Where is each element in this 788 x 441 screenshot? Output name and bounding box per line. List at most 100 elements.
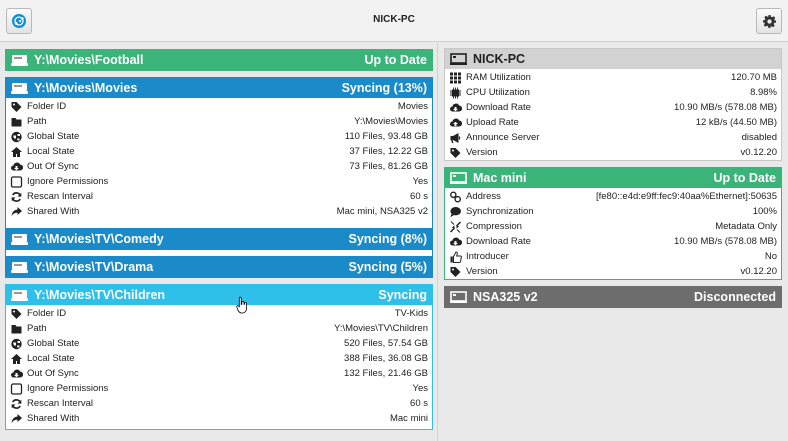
refresh-icon	[10, 191, 23, 203]
folder-status: Syncing (13%)	[341, 81, 427, 95]
folder-details: Folder ID TV-Kids Path Y:\Movies\TV\Childr…	[6, 305, 432, 426]
computer-icon	[450, 52, 467, 66]
cloud-download-icon	[10, 161, 23, 173]
folder-drive-icon	[11, 232, 28, 246]
cloud-download-icon	[10, 368, 23, 380]
device-details: Address [fe80::e4d:e9ff:fec9:40aa%Etherne…	[445, 188, 781, 279]
folder-status: Up to Date	[364, 53, 428, 67]
device-header[interactable]: NSA325 v2 Disconnected	[445, 287, 781, 307]
detail-row-global-state: Global State 520 Files, 57.54 GB	[10, 336, 428, 351]
folder-panel-football[interactable]: Y:\Movies\Football Up to Date	[5, 49, 433, 71]
checkbox-icon	[10, 176, 23, 188]
device-header: NICK-PC	[445, 49, 781, 69]
devices-column: NICK-PC RAM Utilization 120.70 MB CPU Uti…	[438, 43, 788, 441]
gear-icon	[762, 14, 776, 28]
folder-icon	[10, 323, 23, 335]
device-icon	[450, 290, 467, 304]
folder-panel-comedy[interactable]: Y:\Movies\TV\Comedy Syncing (8%)	[5, 228, 433, 250]
folder-header[interactable]: Y:\Movies\TV\Drama Syncing (5%)	[6, 257, 432, 277]
detail-row-synchronization: Synchronization 100%	[449, 204, 777, 219]
device-status: Disconnected	[694, 290, 776, 304]
folder-name: Y:\Movies\Movies	[34, 81, 138, 95]
home-icon	[10, 353, 23, 365]
detail-row-folder-id: Folder ID Movies	[10, 99, 428, 114]
folders-column: Y:\Movies\Football Up to Date Y:\Movies\…	[0, 43, 438, 441]
folder-name: Y:\Movies\Football	[34, 53, 144, 67]
checkbox-icon	[10, 383, 23, 395]
ram-icon	[449, 72, 462, 84]
navbar: NICK-PC	[0, 0, 788, 42]
detail-row-download-rate: Download Rate 10.90 MB/s (578.08 MB)	[449, 100, 777, 115]
folder-details: Folder ID Movies Path Y:\Movies\Movies Glo…	[6, 98, 432, 219]
device-icon	[450, 171, 467, 185]
detail-row-address: Address [fe80::e4d:e9ff:fec9:40aa%Etherne…	[449, 189, 777, 204]
device-panel-nsa325[interactable]: NSA325 v2 Disconnected	[444, 286, 782, 308]
comment-icon	[449, 206, 462, 218]
cloud-download-icon	[449, 102, 462, 114]
detail-row-rescan-interval: Rescan Interval 60 s	[10, 396, 428, 411]
compress-icon	[449, 221, 462, 233]
folder-icon	[10, 116, 23, 128]
detail-row-out-of-sync[interactable]: Out Of Sync 132 Files, 21.46 GB	[10, 366, 428, 381]
folder-status: Syncing	[378, 288, 427, 302]
device-name: NICK-PC	[473, 52, 526, 66]
detail-row-upload-rate: Upload Rate 12 kB/s (44.50 MB)	[449, 115, 777, 130]
device-title: NICK-PC	[373, 14, 415, 25]
detail-row-announce-server: Announce Server disabled	[449, 130, 777, 145]
folder-panel-children[interactable]: Y:\Movies\TV\Children Syncing Folder ID T…	[5, 284, 433, 430]
detail-row-local-state: Local State 37 Files, 12.22 GB	[10, 144, 428, 159]
detail-row-shared-with: Shared With Mac mini	[10, 411, 428, 426]
bullhorn-icon	[449, 132, 462, 144]
folder-name: Y:\Movies\TV\Children	[34, 288, 166, 302]
folder-panel-drama[interactable]: Y:\Movies\TV\Drama Syncing (5%)	[5, 256, 433, 278]
detail-row-local-state: Local State 388 Files, 36.08 GB	[10, 351, 428, 366]
folder-name: Y:\Movies\TV\Drama	[34, 260, 154, 274]
this-device-panel: NICK-PC RAM Utilization 120.70 MB CPU Uti…	[444, 48, 782, 161]
folder-drive-icon	[11, 288, 28, 302]
share-icon	[10, 413, 23, 425]
home-icon	[10, 146, 23, 158]
device-name: Mac mini	[473, 171, 527, 185]
share-icon	[10, 206, 23, 218]
detail-row-version: Version v0.12.20	[449, 264, 777, 279]
cloud-upload-icon	[449, 117, 462, 129]
device-name: NSA325 v2	[473, 290, 538, 304]
device-panel-mac-mini[interactable]: Mac mini Up to Date Address [fe80::e4d:e9…	[444, 167, 782, 280]
tag-icon	[10, 101, 23, 113]
detail-row-ram: RAM Utilization 120.70 MB	[449, 70, 777, 85]
folder-header[interactable]: Y:\Movies\TV\Comedy Syncing (8%)	[6, 229, 432, 249]
cpu-icon	[449, 87, 462, 99]
folder-header[interactable]: Y:\Movies\Movies Syncing (13%)	[6, 78, 432, 98]
detail-row-ignore-permissions: Ignore Permissions Yes	[10, 381, 428, 396]
detail-row-out-of-sync[interactable]: Out Of Sync 73 Files, 81.26 GB	[10, 159, 428, 174]
globe-icon	[10, 131, 23, 143]
detail-row-introducer: Introducer No	[449, 249, 777, 264]
settings-button[interactable]	[756, 8, 782, 34]
folder-drive-icon	[11, 53, 28, 67]
detail-row-cpu: CPU Utilization 8.98%	[449, 85, 777, 100]
folder-drive-icon	[11, 260, 28, 274]
tag-icon	[449, 266, 462, 278]
detail-row-global-state: Global State 110 Files, 93.48 GB	[10, 129, 428, 144]
folder-status: Syncing (5%)	[348, 260, 428, 274]
detail-row-version: Version v0.12.20	[449, 145, 777, 160]
detail-row-folder-id: Folder ID TV-Kids	[10, 306, 428, 321]
folder-name: Y:\Movies\TV\Comedy	[34, 232, 164, 246]
thumbs-up-icon	[449, 251, 462, 263]
detail-row-shared-with: Shared With Mac mini, NSA325 v2	[10, 204, 428, 219]
detail-row-rescan-interval: Rescan Interval 60 s	[10, 189, 428, 204]
tag-icon	[449, 147, 462, 159]
globe-icon	[10, 338, 23, 350]
detail-row-compression: Compression Metadata Only	[449, 219, 777, 234]
device-details: RAM Utilization 120.70 MB CPU Utilization…	[445, 69, 781, 160]
folder-header[interactable]: Y:\Movies\TV\Children Syncing	[6, 285, 432, 305]
folder-header[interactable]: Y:\Movies\Football Up to Date	[6, 50, 432, 70]
folder-status: Syncing (8%)	[348, 232, 428, 246]
device-header[interactable]: Mac mini Up to Date	[445, 168, 781, 188]
detail-row-path: Path Y:\Movies\Movies	[10, 114, 428, 129]
device-status: Up to Date	[713, 171, 777, 185]
hand-cursor-icon	[236, 296, 247, 314]
link-icon	[449, 191, 462, 203]
detail-row-path: Path Y:\Movies\TV\Children	[10, 321, 428, 336]
tag-icon	[10, 308, 23, 320]
